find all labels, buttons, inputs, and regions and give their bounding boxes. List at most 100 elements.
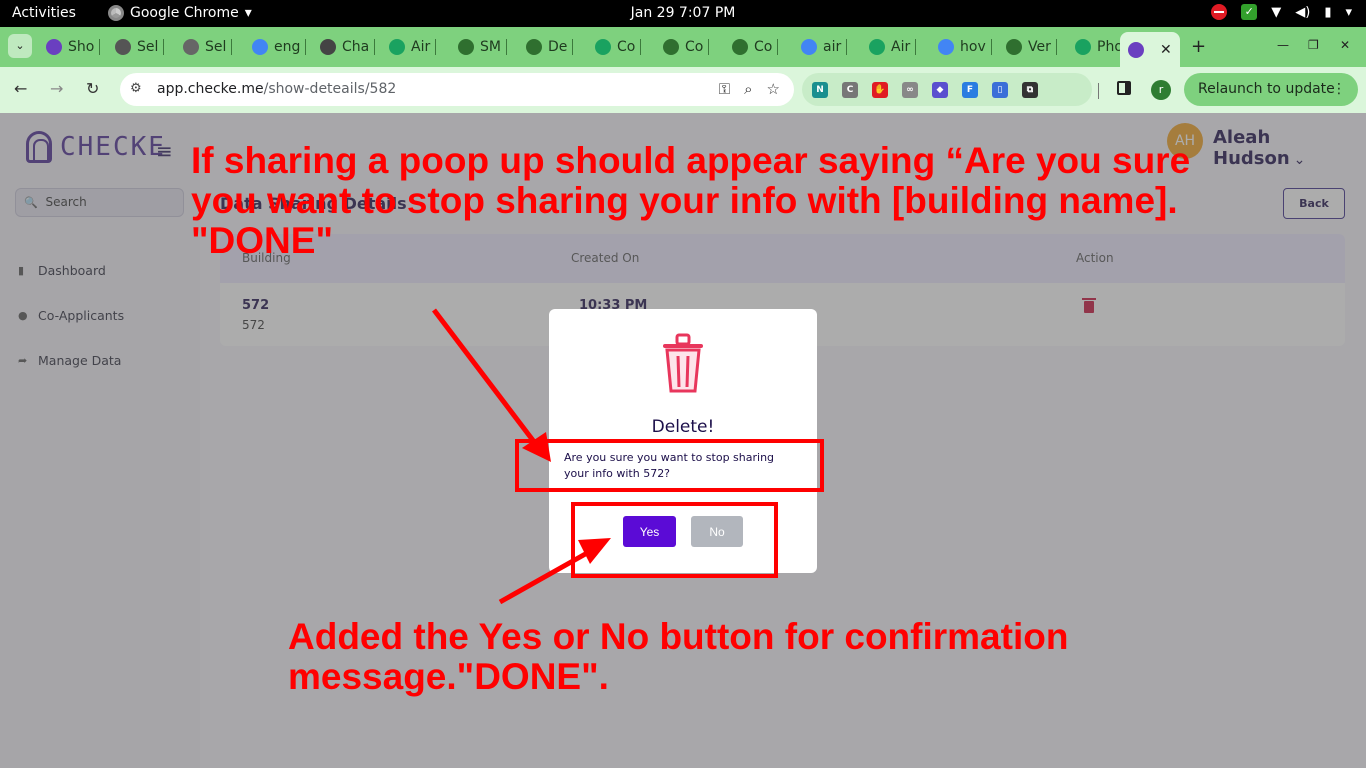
app-name: Google Chrome [130,5,239,21]
tab-separator [915,39,917,55]
android-icon [732,39,748,55]
annotation-box-buttons [571,502,778,578]
system-tray[interactable]: ✓ ▼ ◀) ▮ ▾ [1211,4,1352,20]
back-arrow-icon[interactable]: ← [14,79,27,98]
tab-9[interactable]: Co [663,35,710,59]
tab-label: Sel [205,39,227,55]
tab-label: Air [891,39,911,55]
chevron-down-icon: ▾ [244,5,252,21]
new-tab-button[interactable]: + [1191,36,1206,57]
update-indicator-icon: ✓ [1241,4,1258,20]
selenium-icon [183,39,199,55]
tab-search-button[interactable]: ⌄ [8,34,32,58]
extension-link-icon[interactable]: ∞ [902,81,918,98]
tab-8[interactable]: Co [595,35,642,59]
key-icon[interactable]: ⚿ [719,80,730,98]
close-tab-icon[interactable]: ✕ [1160,42,1172,58]
openai-icon [320,39,336,55]
tab-separator [305,39,307,55]
url-text[interactable]: app.checke.me/show-deteails/582 [157,81,396,97]
extension-f-icon[interactable]: F [962,81,978,98]
tab-13[interactable]: hov [938,35,992,59]
tab-active[interactable]: ✕ [1120,32,1180,67]
profile-avatar[interactable]: r [1151,80,1171,100]
google-icon [938,39,954,55]
tab-separator [777,39,779,55]
tab-3[interactable]: eng [252,35,307,59]
zoom-icon[interactable]: ⌕ [744,80,752,98]
android-icon [663,39,679,55]
toolbar-divider [1098,83,1099,99]
annotation-bottom-text: Added the Yes or No button for confirmat… [288,616,1069,697]
tab-label: Air [411,39,431,55]
android-icon [526,39,542,55]
extensions-bar: N C ✋ ∞ ◆ F ▯ ⧉ [802,73,1092,106]
tab-7[interactable]: De [526,35,574,59]
puzzle-icon[interactable]: ⧉ [1022,81,1038,98]
tab-10[interactable]: Co [732,35,779,59]
google-icon [252,39,268,55]
tab-separator [640,39,642,55]
wifi-icon: ▼ [1271,4,1282,20]
bookmark-star-icon[interactable]: ☆ [767,80,780,98]
relaunch-label: Relaunch to update [1198,81,1335,97]
tab-label: Sel [137,39,159,55]
tab-separator [99,39,101,55]
url-host: app.checke.me [157,81,264,97]
air-icon [389,39,405,55]
modal-title: Delete! [651,417,715,437]
tab-14[interactable]: Ver [1006,35,1057,59]
extension-diamond-icon[interactable]: ◆ [932,81,948,98]
url-path: /show-deteails/582 [263,81,397,97]
tab-label: eng [274,39,301,55]
volume-icon: ◀) [1295,4,1311,20]
tab-12[interactable]: Air [869,35,917,59]
extension-c-icon[interactable]: C [842,81,858,98]
notion-extension-icon[interactable]: N [812,81,828,98]
tab-2[interactable]: Sel [183,35,233,59]
tab-11[interactable]: air [801,35,848,59]
air-icon [595,39,611,55]
tab-0[interactable]: Sho [46,35,101,59]
address-bar[interactable]: ⚙ app.checke.me/show-deteails/582 ⚿ ⌕ ☆ [120,73,794,106]
minimize-button[interactable]: — [1277,38,1289,52]
tab-label: SM [480,39,501,55]
tab-separator [505,39,507,55]
tab-label: De [548,39,568,55]
clipboard-extension-icon[interactable]: ▯ [992,81,1008,98]
relaunch-button[interactable]: Relaunch to update ⋮ [1184,73,1358,106]
google-icon [801,39,817,55]
app-menu[interactable]: Google Chrome ▾ [108,5,252,21]
tab-4[interactable]: Cha [320,35,376,59]
tab-5[interactable]: Air [389,35,437,59]
tab-label: Co [685,39,704,55]
tab-separator [435,39,437,55]
side-panel-icon[interactable] [1117,81,1131,95]
tab-15[interactable]: Pho [1075,35,1129,59]
android-icon [458,39,474,55]
tab-separator [846,39,848,55]
tab-separator [572,39,574,55]
tab-strip: ⌄ Sho Sel Sel eng Cha Air SM De Co Co Co air Air hov V… [0,27,1366,67]
tab-6[interactable]: SM [458,35,507,59]
adblock-icon[interactable]: ✋ [872,81,888,98]
more-menu-icon[interactable]: ⋮ [1332,73,1346,106]
tab-1[interactable]: Sel [115,35,165,59]
tab-separator [1055,39,1057,55]
browser-toolbar: ← → ↻ ⚙ app.checke.me/show-deteails/582 … [0,67,1366,113]
close-window-button[interactable]: ✕ [1340,38,1350,52]
tab-separator [163,39,165,55]
site-info-icon[interactable]: ⚙ [130,81,142,96]
chrome-icon [108,5,124,21]
tray-menu-icon: ▾ [1345,4,1352,20]
system-top-bar: Activities Google Chrome ▾ Jan 29 7:07 P… [0,0,1366,27]
activities-button[interactable]: Activities [12,5,76,21]
do-not-disturb-icon [1211,4,1228,20]
maximize-button[interactable]: ❐ [1308,38,1319,52]
fingerprint-icon [46,39,62,55]
reload-icon[interactable]: ↻ [86,79,99,98]
tab-separator [990,39,992,55]
tab-label: hov [960,39,986,55]
forward-arrow-icon[interactable]: → [50,79,63,98]
fingerprint-icon [1128,41,1144,58]
